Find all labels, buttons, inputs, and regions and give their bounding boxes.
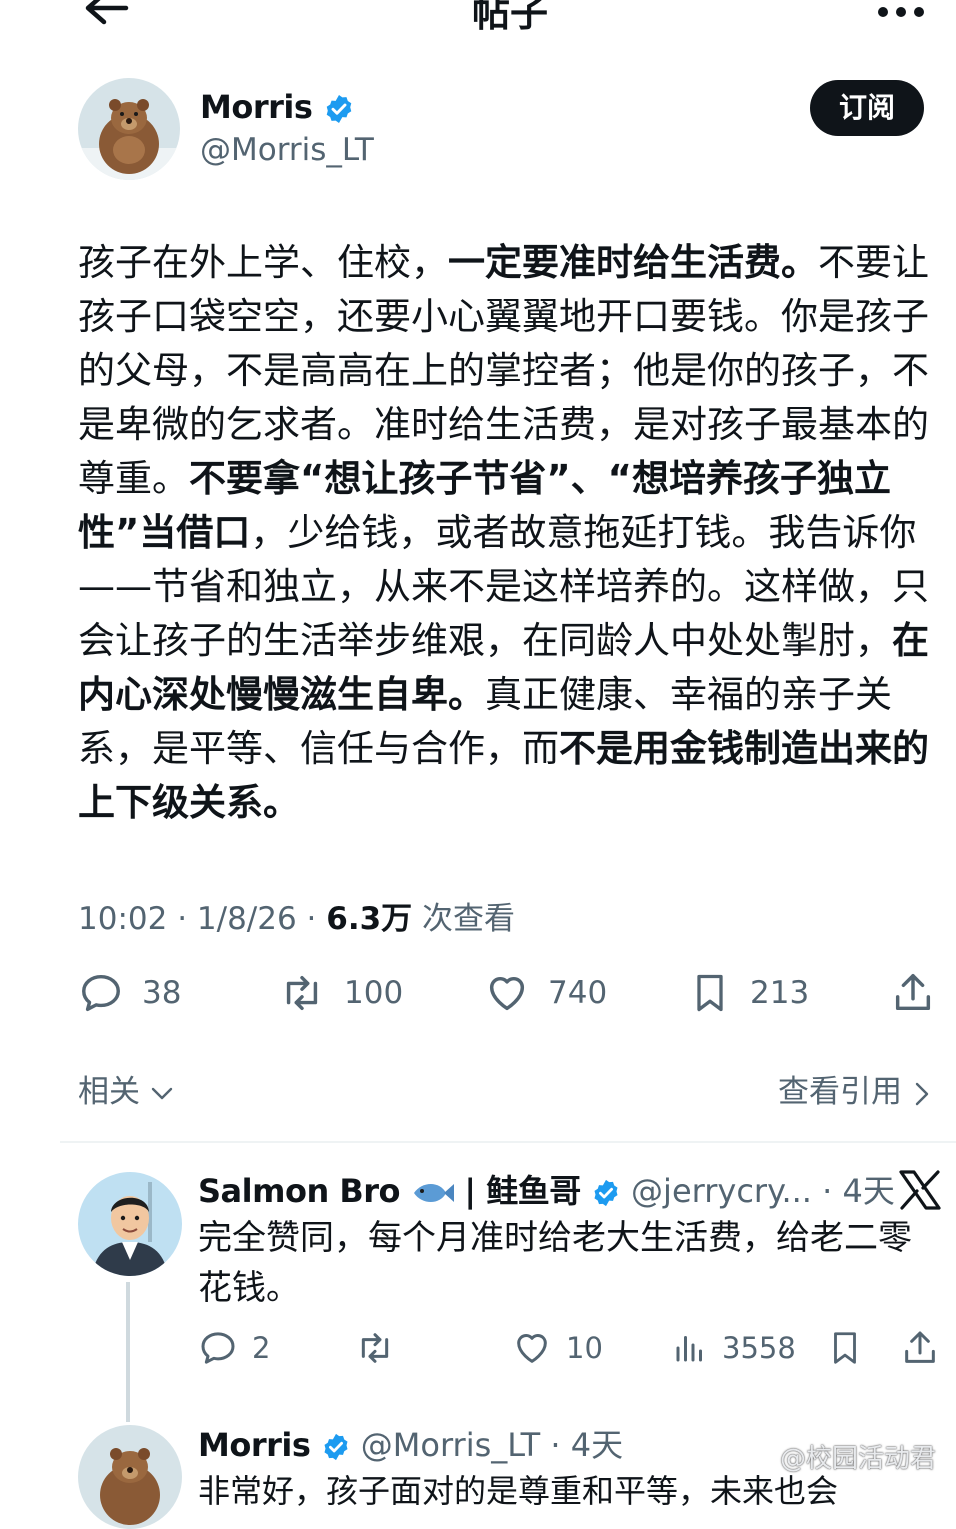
third-author-name[interactable]: Morris — [198, 1426, 311, 1464]
chevron-right-icon — [915, 1082, 929, 1105]
reply-author-name-cn[interactable]: | 鲑鱼哥 — [464, 1172, 581, 1210]
x-logo-icon — [899, 1170, 941, 1210]
post-time: 10:02 · 1/8/26 · — [78, 901, 327, 937]
reply-reply-count: 2 — [252, 1331, 271, 1365]
related-label: 相关 — [78, 1074, 140, 1110]
verified-badge-icon — [326, 95, 352, 123]
share-icon — [895, 974, 931, 1011]
post-segment: 孩子在外上学、住校， — [78, 241, 448, 284]
reply-action[interactable]: 38 — [78, 970, 181, 1016]
post-meta: 10:02 · 1/8/26 · 6.3万 次查看 — [78, 893, 515, 938]
view-quotes-link[interactable]: 查看引用 — [778, 1066, 932, 1111]
reply-repost-action[interactable] — [354, 1328, 396, 1368]
post-actions: 38 100 740 213 — [0, 962, 956, 1026]
reply-icon — [201, 1332, 235, 1364]
bookmark-action[interactable]: 213 — [688, 970, 809, 1016]
view-count: 6.3万 — [326, 901, 413, 937]
divider — [60, 1141, 956, 1143]
third-handle-time: @Morris_LT · 4天 — [360, 1426, 624, 1464]
like-action[interactable]: 740 — [484, 970, 607, 1016]
share-icon — [905, 1331, 935, 1363]
heart-icon — [489, 976, 525, 1011]
reply-view-count: 3558 — [722, 1331, 796, 1365]
reply-actions: 2 10 3558 — [0, 1320, 956, 1376]
share-action[interactable] — [890, 970, 936, 1016]
author-name[interactable]: Morris — [200, 88, 355, 126]
reply-reply-action[interactable]: 2 — [198, 1328, 270, 1368]
reply-header: Salmon Bro | 鲑鱼哥 @jerrycry... · 4天 — [198, 1166, 895, 1212]
post-text: 孩子在外上学、住校，一定要准时给生活费。不要让孩子口袋空空，还要小心翼翼地开口要… — [78, 236, 946, 830]
reply-text: 完全赞同，每个月准时给老大生活费，给老二零花钱。 — [198, 1218, 912, 1308]
subscribe-button[interactable]: 订阅 — [810, 80, 924, 136]
view-quotes-label: 查看引用 — [778, 1074, 902, 1110]
verified-badge-icon — [594, 1179, 618, 1207]
reply-handle-time: @jerrycry... · 4天 — [631, 1172, 895, 1210]
reply-share-action[interactable] — [900, 1328, 940, 1368]
related-toggle[interactable]: 相关 — [78, 1066, 174, 1111]
page-title: 帖子 — [471, 0, 548, 35]
third-avatar[interactable] — [78, 1425, 182, 1529]
reply-like-action[interactable]: 10 — [512, 1328, 603, 1368]
like-count: 740 — [548, 975, 608, 1011]
repost-icon — [361, 1333, 389, 1363]
author-avatar[interactable] — [78, 78, 180, 180]
view-suffix: 次查看 — [412, 901, 516, 937]
bookmark-count: 213 — [750, 975, 810, 1011]
reply-avatar[interactable] — [78, 1172, 182, 1276]
repost-count: 100 — [344, 975, 404, 1011]
reply-views-action[interactable]: 3558 — [672, 1328, 796, 1368]
heart-icon — [517, 1334, 547, 1363]
bookmark-icon — [697, 974, 723, 1012]
watermark: @校园活动君 — [780, 1444, 937, 1474]
repost-icon — [286, 975, 318, 1011]
third-header: Morris @Morris_LT · 4天 — [198, 1420, 623, 1466]
top-bar: 帖子 — [0, 0, 956, 48]
post-segment-bold: 一定要准时给生活费。 — [448, 241, 818, 284]
bookmark-icon — [834, 1332, 856, 1364]
reply-author-name[interactable]: Salmon Bro — [198, 1172, 401, 1210]
third-text: 非常好，孩子面对的是尊重和平等，未来也会 — [198, 1472, 839, 1510]
analytics-icon — [676, 1336, 702, 1362]
more-dots-icon[interactable] — [876, 4, 926, 20]
verified-badge-icon — [324, 1433, 348, 1461]
chevron-down-icon — [151, 1087, 173, 1099]
reply-like-count: 10 — [566, 1331, 603, 1365]
repost-action[interactable]: 100 — [278, 970, 403, 1016]
reply-icon — [82, 974, 120, 1012]
arrow-left-icon[interactable] — [82, 0, 130, 34]
fish-icon — [414, 1184, 455, 1202]
reply-bookmark-action[interactable] — [826, 1328, 864, 1368]
reply-count: 38 — [142, 975, 182, 1011]
author-handle[interactable]: @Morris_LT — [200, 132, 374, 168]
